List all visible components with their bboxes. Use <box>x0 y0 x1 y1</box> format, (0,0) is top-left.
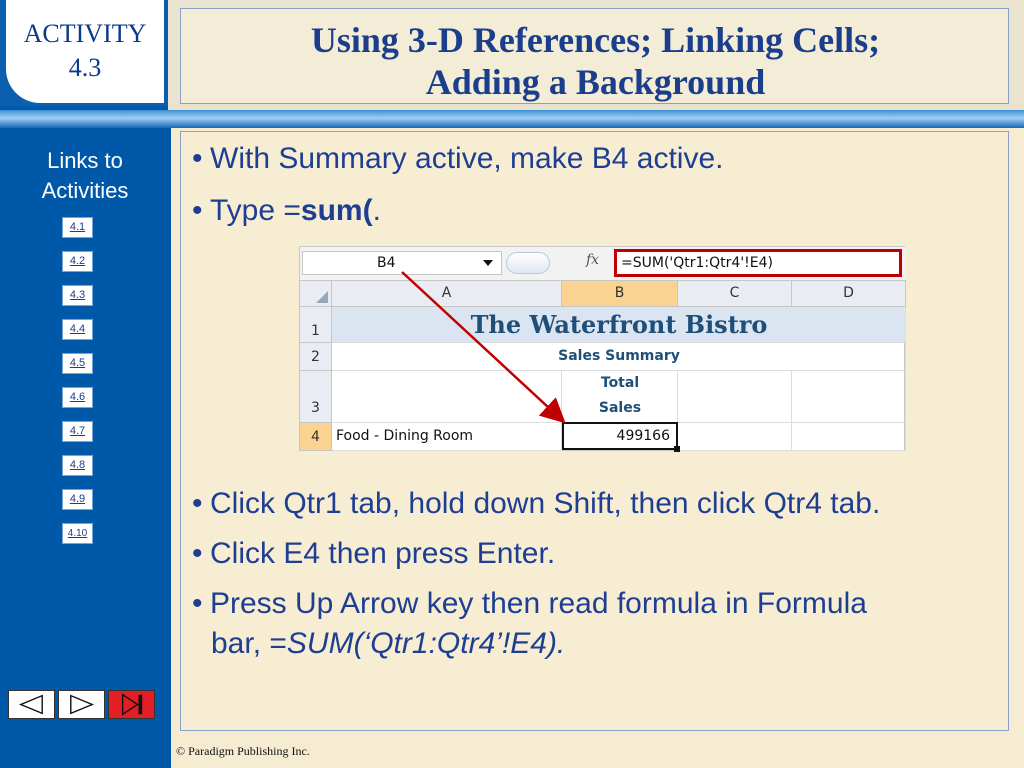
slide-title-line1: Using 3-D References; Linking Cells; <box>310 20 881 60</box>
skip-to-end-icon <box>121 693 143 716</box>
cell-b3-header[interactable]: Total Sales <box>562 371 678 421</box>
link-activity-4-4[interactable]: 4.4 <box>62 319 93 340</box>
link-activity-4-10[interactable]: 4.10 <box>62 523 93 544</box>
cell-a3[interactable] <box>332 371 562 423</box>
activity-box: ACTIVITY 4.3 <box>0 0 168 106</box>
cell-a1-title[interactable]: The Waterfront Bistro <box>332 307 906 343</box>
link-activity-4-6[interactable]: 4.6 <box>62 387 93 408</box>
copyright-footer: © Paradigm Publishing Inc. <box>176 744 310 758</box>
formula-input[interactable]: =SUM('Qtr1:Qtr4'!E4) <box>614 249 902 277</box>
link-activity-4-1[interactable]: 4.1 <box>62 217 93 238</box>
activity-badge: ACTIVITY 4.3 <box>6 0 164 103</box>
cell-a2-subtitle[interactable]: Sales Summary <box>332 343 906 369</box>
bullet-2-bold: sum( <box>300 194 373 227</box>
previous-slide-button[interactable] <box>8 690 55 719</box>
activity-number: 4.3 <box>68 53 102 82</box>
bullet-2-text: Type = <box>210 194 301 227</box>
activity-label: ACTIVITY <box>23 19 147 48</box>
cell-c3[interactable] <box>678 371 792 423</box>
formula-bar-resize-handle[interactable] <box>506 252 550 274</box>
bullet-1: • With Summary active, make B4 active. <box>192 141 992 177</box>
bullet-5-text: Press Up Arrow key then read formula in … <box>210 587 867 620</box>
bullet-5-formula: SUM(‘Qtr1:Qtr4’!E4). <box>286 627 566 660</box>
formula-bar: B4 fx =SUM('Qtr1:Qtr4'!E4) <box>300 247 906 281</box>
cell-d4[interactable] <box>792 423 906 451</box>
triangle-right-icon <box>70 694 95 715</box>
select-all-corner[interactable] <box>300 281 332 307</box>
bullet-4-text: Click E4 then press Enter. <box>210 537 556 570</box>
last-slide-button[interactable] <box>108 690 155 719</box>
insert-function-icon[interactable]: fx <box>586 252 599 268</box>
triangle-left-icon <box>18 694 43 715</box>
cell-d3[interactable] <box>792 371 906 423</box>
bullet-3: • Click Qtr1 tab, hold down Shift, then c… <box>192 486 992 522</box>
title-box: Using 3-D References; Linking Cells; Add… <box>180 8 1009 104</box>
row-header-1[interactable]: 1 <box>300 307 332 343</box>
bullet-2: • Type =sum(. <box>192 193 992 229</box>
bullet-dot: • <box>192 487 203 520</box>
bullet-dot: • <box>192 587 203 620</box>
link-activity-4-3[interactable]: 4.3 <box>62 285 93 306</box>
name-box[interactable]: B4 <box>302 251 502 275</box>
bullet-dot: • <box>192 142 203 175</box>
name-box-value: B4 <box>377 255 396 271</box>
active-cell-b4[interactable]: 499166 <box>562 422 680 452</box>
link-activity-4-9[interactable]: 4.9 <box>62 489 93 510</box>
bullet-dot: • <box>192 537 203 570</box>
row-header-2[interactable]: 2 <box>300 343 332 371</box>
row-header-4[interactable]: 4 <box>300 423 332 451</box>
total-label-line1: Total <box>600 375 640 391</box>
slide-title: Using 3-D References; Linking Cells; Add… <box>181 19 1010 103</box>
row-header-3[interactable]: 3 <box>300 371 332 423</box>
slide-title-line2: Adding a Background <box>425 62 766 102</box>
column-header-d[interactable]: D <box>792 281 906 307</box>
next-slide-button[interactable] <box>58 690 105 719</box>
cell-a4-label[interactable]: Food - Dining Room <box>336 423 562 449</box>
link-activity-4-8[interactable]: 4.8 <box>62 455 93 476</box>
links-heading-line2: Activities <box>41 178 129 203</box>
links-heading-line1: Links to <box>47 148 123 173</box>
cell-c4[interactable] <box>678 423 792 451</box>
chevron-down-icon <box>483 260 493 266</box>
link-activity-4-7[interactable]: 4.7 <box>62 421 93 442</box>
bullet-2-end: . <box>372 194 381 227</box>
bullet-5-line2: bar, = <box>211 627 287 660</box>
total-label-line2: Sales <box>598 400 642 416</box>
bullet-3-text: Click Qtr1 tab, hold down Shift, then cl… <box>210 487 881 520</box>
bullet-4: • Click E4 then press Enter. <box>192 536 992 572</box>
bullet-1-text: With Summary active, make B4 active. <box>210 142 724 175</box>
column-header-a[interactable]: A <box>332 281 562 307</box>
header-stripe <box>0 110 1024 128</box>
column-header-b[interactable]: B <box>562 281 678 307</box>
link-activity-4-2[interactable]: 4.2 <box>62 251 93 272</box>
bullet-5: • Press Up Arrow key then read formula in… <box>192 586 992 622</box>
column-header-c[interactable]: C <box>678 281 792 307</box>
bullet-dot: • <box>192 194 203 227</box>
bullet-5-continued: bar, =SUM(‘Qtr1:Qtr4’!E4). <box>211 626 565 662</box>
link-activity-4-5[interactable]: 4.5 <box>62 353 93 374</box>
links-heading: Links to Activities <box>20 146 150 206</box>
excel-screenshot: B4 fx =SUM('Qtr1:Qtr4'!E4) A B C D 1 2 3… <box>299 246 906 452</box>
